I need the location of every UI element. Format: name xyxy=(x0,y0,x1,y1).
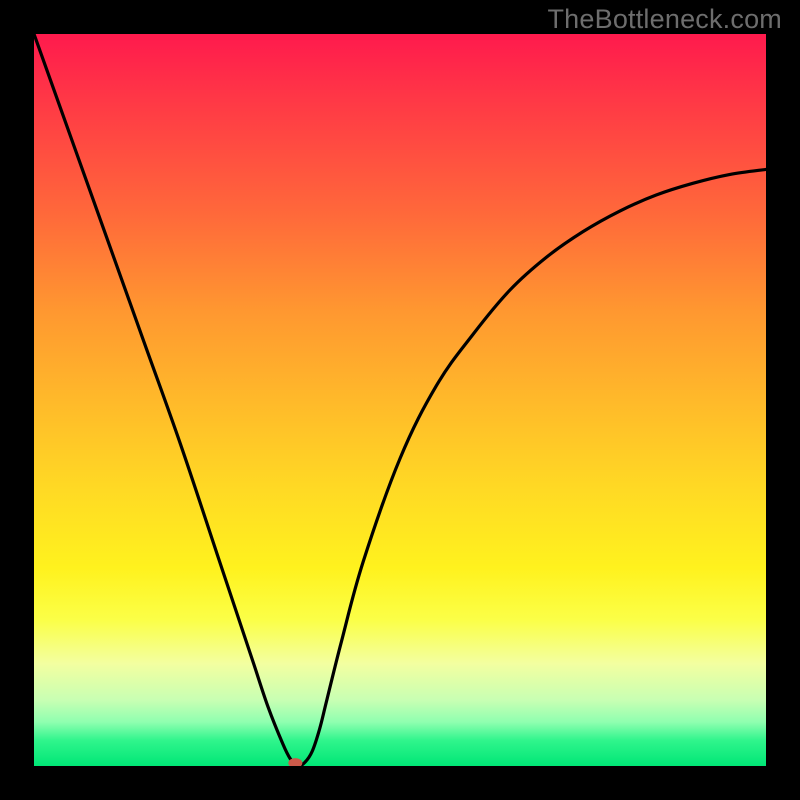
watermark-text: TheBottleneck.com xyxy=(547,4,782,35)
curve-path xyxy=(34,34,766,766)
bottleneck-curve xyxy=(34,34,766,766)
curve-layer xyxy=(34,34,766,766)
chart-frame: TheBottleneck.com xyxy=(0,0,800,800)
plot-area xyxy=(34,34,766,766)
